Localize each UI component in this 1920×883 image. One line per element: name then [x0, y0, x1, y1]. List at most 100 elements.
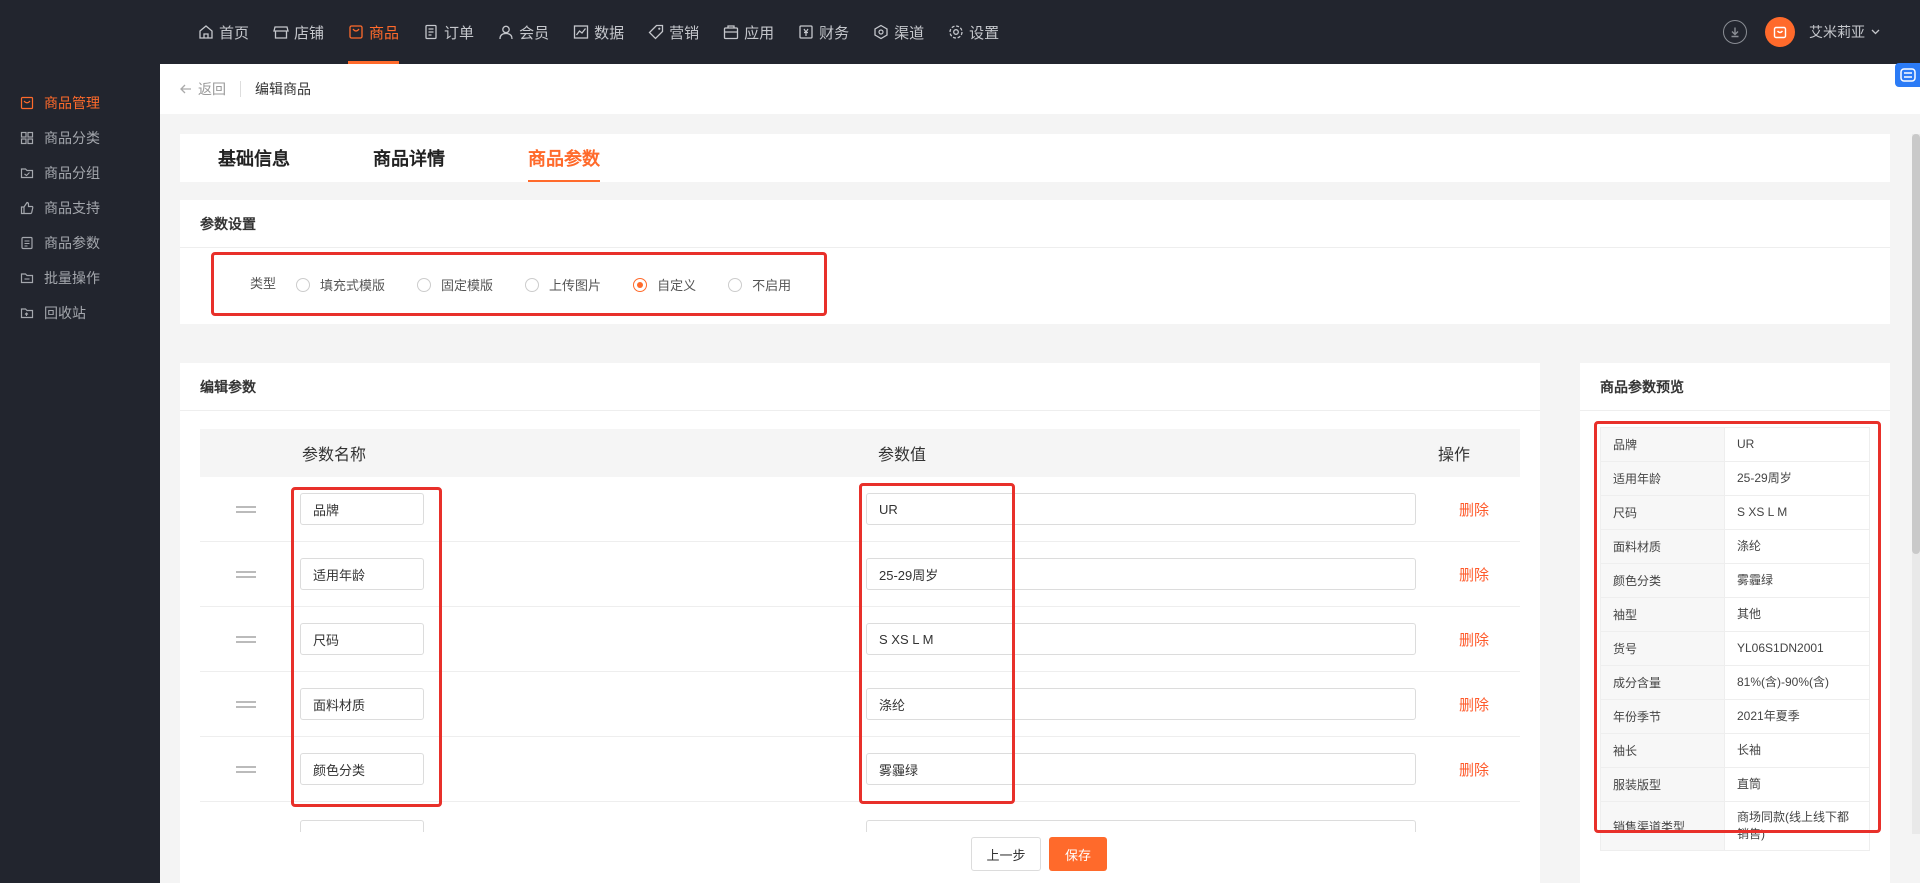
preview-row: 袖长 长袖: [1601, 734, 1869, 768]
param-name-input-partial[interactable]: [300, 820, 424, 832]
sidebar-item-label: 商品分类: [44, 129, 100, 146]
nav-shop-label: 店铺: [294, 24, 325, 42]
preview-key: 服装版型: [1601, 768, 1725, 801]
table-row: 适用年龄 25-29周岁 删除: [200, 542, 1520, 607]
delete-button[interactable]: 删除: [1459, 759, 1489, 780]
breadcrumb-divider: [240, 81, 241, 97]
drag-handle-icon[interactable]: [236, 763, 256, 776]
nav-member[interactable]: 会员: [486, 0, 561, 64]
tab-goods-params[interactable]: 商品参数: [528, 134, 600, 182]
param-name-input[interactable]: 颜色分类: [300, 753, 424, 785]
nav-channel[interactable]: 渠道: [861, 0, 936, 64]
type-label: 类型: [250, 276, 277, 291]
sidebar-item-params[interactable]: 商品参数: [0, 225, 160, 260]
tag-icon: [648, 24, 664, 40]
nav-home[interactable]: 首页: [186, 0, 261, 64]
nav-marketing[interactable]: 营销: [636, 0, 711, 64]
nav-order[interactable]: 订单: [411, 0, 486, 64]
param-name-input[interactable]: 适用年龄: [300, 558, 424, 590]
radio-label: 自定义: [657, 278, 697, 293]
param-value-input[interactable]: 25-29周岁: [866, 558, 1416, 590]
radio-fill-template[interactable]: 填充式模版: [296, 275, 385, 294]
preview-value: 25-29周岁: [1737, 471, 1792, 485]
preview-value: 2021年夏季: [1737, 709, 1800, 723]
tab-basic-info[interactable]: 基础信息: [218, 134, 290, 182]
delete-button[interactable]: 删除: [1459, 629, 1489, 650]
param-name-input[interactable]: 品牌: [300, 493, 424, 525]
preview-row: 服装版型 直筒: [1601, 768, 1869, 802]
preview-key: 适用年龄: [1601, 462, 1725, 495]
preview-key: 成分含量: [1601, 666, 1725, 699]
preview-key: 尺码: [1601, 496, 1725, 529]
sidebar-item-label: 回收站: [44, 304, 86, 321]
sidebar-item-category[interactable]: 商品分类: [0, 120, 160, 155]
scrollbar-thumb[interactable]: [1912, 134, 1920, 554]
floating-helper-button[interactable]: [1895, 63, 1920, 87]
radio-circle: [296, 277, 311, 292]
preview-key: 销售渠道类型: [1601, 802, 1725, 850]
drag-handle-icon[interactable]: [236, 633, 256, 646]
radio-circle: [728, 277, 743, 292]
preview-row: 袖型 其他: [1601, 598, 1869, 632]
radio-label: 上传图片: [549, 278, 602, 293]
drag-handle-icon[interactable]: [236, 698, 256, 711]
param-value-input-partial[interactable]: [866, 820, 1416, 832]
param-name-input[interactable]: 面料材质: [300, 688, 424, 720]
back-button[interactable]: 返回: [180, 79, 226, 99]
user-menu[interactable]: 艾米莉亚: [1809, 22, 1880, 42]
radio-fixed-template[interactable]: 固定模版: [417, 275, 493, 294]
nav-data[interactable]: 数据: [561, 0, 636, 64]
radio-disabled[interactable]: 不启用: [728, 275, 791, 294]
nav-app[interactable]: 应用: [711, 0, 786, 64]
avatar[interactable]: [1765, 17, 1795, 47]
goods-icon: [349, 25, 363, 39]
order-icon: [425, 24, 437, 40]
param-value-input[interactable]: 雾霾绿: [866, 753, 1416, 785]
nav-goods[interactable]: 商品: [336, 0, 411, 64]
nav-marketing-label: 营销: [669, 24, 700, 42]
sidebar-item-support[interactable]: 商品支持: [0, 190, 160, 225]
back-label: 返回: [198, 81, 226, 97]
param-value-input[interactable]: 涤纶: [866, 688, 1416, 720]
nav-settings[interactable]: 设置: [936, 0, 1011, 64]
user-area: 艾米莉亚: [1723, 0, 1880, 64]
member-icon: [499, 25, 513, 40]
param-value-input[interactable]: S XS L M: [866, 623, 1416, 655]
preview-row: 年份季节 2021年夏季: [1601, 700, 1869, 734]
radio-circle: [417, 277, 432, 292]
sidebar-item-goods-manage[interactable]: 商品管理: [0, 85, 160, 120]
breadcrumb: 返回 编辑商品: [160, 64, 1920, 114]
save-button[interactable]: 保存: [1049, 837, 1107, 871]
sidebar-item-group[interactable]: 商品分组: [0, 155, 160, 190]
channel-icon: [874, 24, 888, 40]
param-name-input[interactable]: 尺码: [300, 623, 424, 655]
col-param-name: 参数名称: [302, 447, 367, 464]
delete-button[interactable]: 删除: [1459, 499, 1489, 520]
type-radio-group: 类型 填充式模版 固定模版 上传图片 自定义 不启用: [250, 275, 823, 294]
table-row: 品牌 UR 删除: [200, 477, 1520, 542]
param-value-input[interactable]: UR: [866, 493, 1416, 525]
download-button[interactable]: [1723, 20, 1747, 44]
tab-goods-detail[interactable]: 商品详情: [373, 134, 445, 182]
drag-handle-icon[interactable]: [236, 503, 256, 516]
preview-value: 涤纶: [1737, 539, 1762, 553]
home-icon: [199, 25, 213, 39]
param-settings-card: 参数设置 类型 填充式模版 固定模版 上传图片 自定义 不启用: [180, 200, 1890, 324]
radio-label: 不启用: [752, 278, 792, 293]
edit-params-card: 编辑参数 参数名称 参数值 操作 品牌 UR 删除 适用年龄 25-29周岁 删…: [180, 363, 1540, 883]
sidebar-item-recycle[interactable]: 回收站: [0, 295, 160, 330]
prev-step-button[interactable]: 上一步: [971, 837, 1041, 871]
radio-custom[interactable]: 自定义: [633, 275, 696, 294]
nav-shop[interactable]: 店铺: [261, 0, 336, 64]
top-navbar: 首页 店铺 商品 订单 会员 数据 营销 应用 财务 渠道 设置 艾米莉亚: [0, 0, 1920, 64]
thumbs-up-icon: [20, 201, 34, 214]
sidebar-item-batch[interactable]: 批量操作: [0, 260, 160, 295]
delete-button[interactable]: 删除: [1459, 564, 1489, 585]
preview-key: 袖长: [1601, 734, 1725, 767]
nav-finance[interactable]: 财务: [786, 0, 861, 64]
drag-handle-icon[interactable]: [236, 568, 256, 581]
radio-upload-image[interactable]: 上传图片: [525, 275, 601, 294]
nav-goods-label: 商品: [369, 24, 400, 42]
delete-button[interactable]: 删除: [1459, 694, 1489, 715]
preview-value: YL06S1DN2001: [1737, 641, 1824, 655]
